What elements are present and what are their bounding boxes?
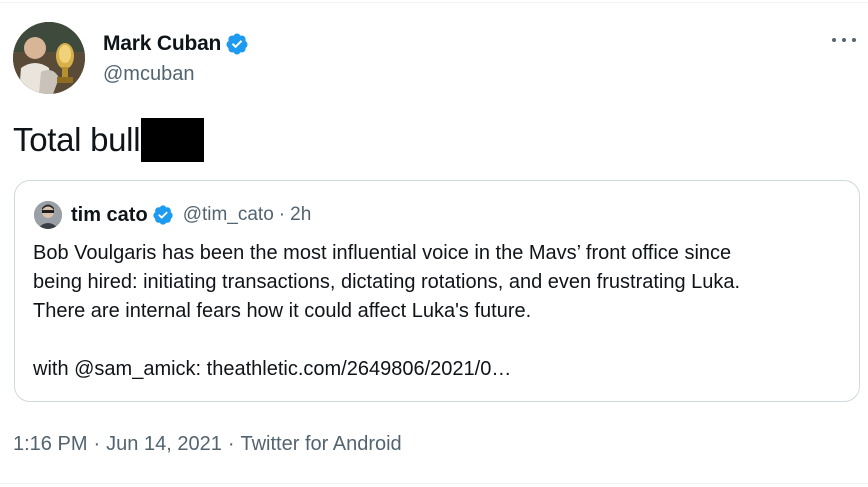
quoted-handle: @tim_cato [182,204,274,225]
quoted-display-name: tim cato [71,203,148,226]
tweet-card: Mark Cuban @mcuban Total bull tim cato @… [0,0,868,487]
author-display-name[interactable]: Mark Cuban [103,32,221,56]
quoted-tweet-header: tim cato @tim_cato · 2h [34,201,311,229]
tweet-metadata: 1:16 PM · Jun 14, 2021 · Twitter for And… [13,430,402,458]
author-handle[interactable]: @mcuban [103,63,249,86]
tweet-text-content: Total bull [13,121,141,158]
verified-badge-icon [225,32,249,56]
quoted-verified-badge-icon [152,204,174,226]
quoted-text-line: being hired: initiating transactions, di… [33,271,741,293]
tweet-date[interactable]: Jun 14, 2021 [106,433,222,456]
quoted-text-gap [33,326,848,355]
quoted-tweet-body: Bob Voulgaris has been the most influent… [33,239,848,384]
quoted-text-line: There are internal fears how it could af… [33,300,532,322]
redaction-box [141,118,205,162]
quoted-time: 2h [290,204,312,225]
meta-separator: · [227,432,235,455]
tweet-time[interactable]: 1:16 PM [13,433,87,456]
quoted-text-line: Bob Voulgaris has been the most influent… [33,242,732,264]
tweet-text: Total bull [13,117,205,163]
quoted-link-line: with @sam_amick: theathletic.com/2649806… [33,358,512,380]
bottom-divider [0,483,868,484]
author-block: Mark Cuban @mcuban [103,30,249,86]
meta-separator: · [93,432,101,455]
author-name-row: Mark Cuban [103,30,249,58]
quoted-tweet[interactable]: tim cato @tim_cato · 2h Bob Voulgaris ha… [14,180,860,402]
quoted-avatar [34,201,62,229]
more-options-icon[interactable] [832,32,856,48]
quoted-separator: · [278,204,286,225]
top-divider [0,2,868,3]
tweet-source[interactable]: Twitter for Android [240,433,401,456]
avatar[interactable] [13,22,85,94]
